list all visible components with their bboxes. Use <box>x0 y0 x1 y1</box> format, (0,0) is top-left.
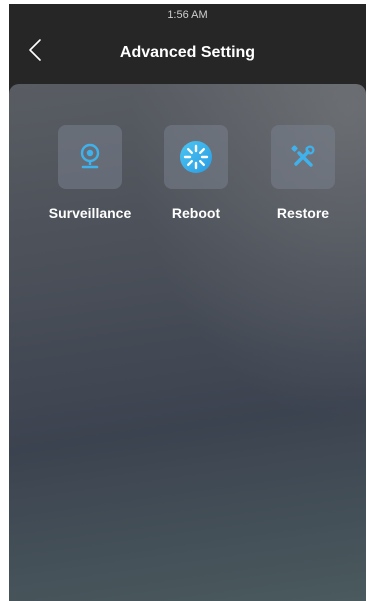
status-time: 1:56 AM <box>167 9 208 21</box>
device-screen: 1:56 AM Advanced Setting Surveillance Re… <box>9 4 366 601</box>
surveillance-icon-box <box>58 125 122 189</box>
page-title: Advanced Setting <box>119 44 256 61</box>
restore-icon-box <box>271 125 335 189</box>
surveillance-label: Surveillance <box>48 205 132 221</box>
reboot-tile[interactable]: Reboot <box>151 125 241 221</box>
restore-label: Restore <box>276 205 330 221</box>
reboot-label: Reboot <box>171 205 221 221</box>
tools-icon <box>291 145 315 167</box>
surveillance-tile[interactable]: Surveillance <box>45 125 135 221</box>
settings-panel: Surveillance Reboot Restore <box>9 84 366 601</box>
restore-tile[interactable]: Restore <box>258 125 348 221</box>
webcam-icon <box>80 143 100 169</box>
header-bar: Advanced Setting <box>9 26 366 82</box>
reboot-icon-box <box>164 125 228 189</box>
status-bar: 1:56 AM <box>9 4 366 26</box>
reboot-icon <box>180 141 212 173</box>
